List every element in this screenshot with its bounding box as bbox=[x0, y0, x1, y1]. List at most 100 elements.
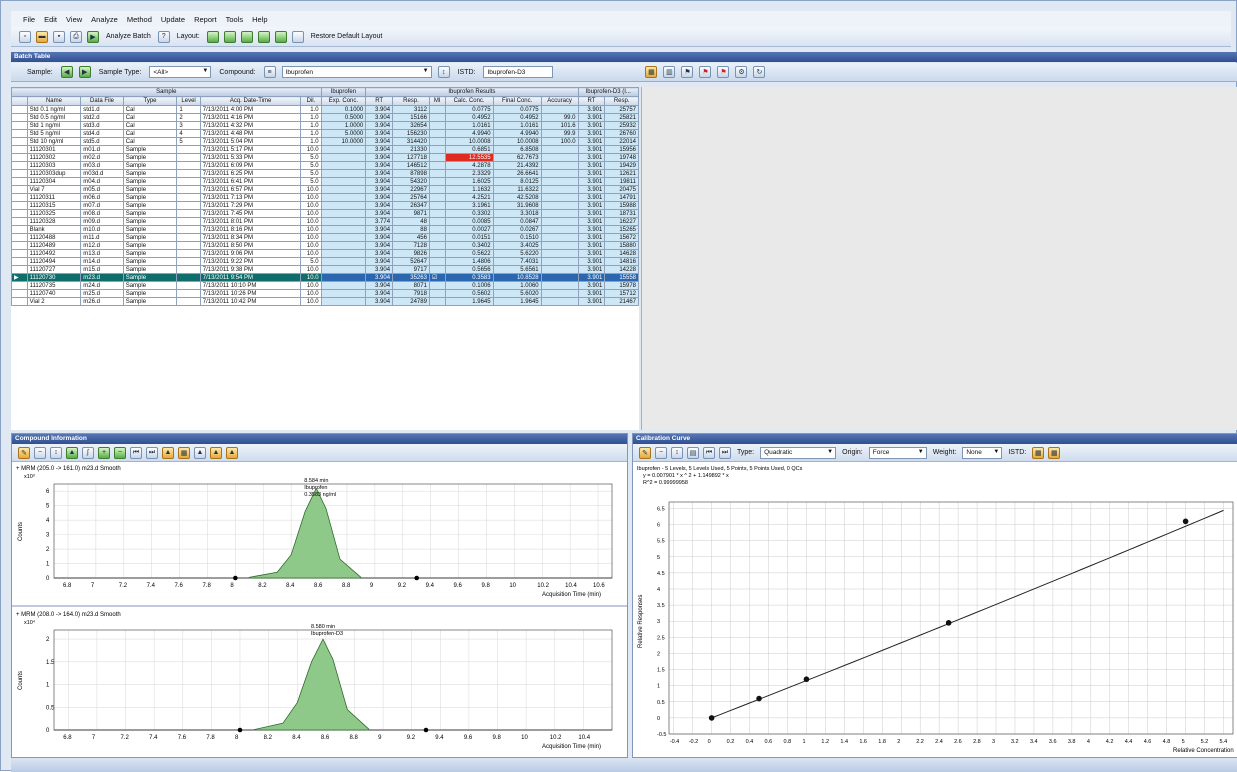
table-cell[interactable] bbox=[540, 169, 579, 178]
zoom-in-icon[interactable]: + bbox=[98, 446, 110, 459]
table-cell[interactable]: 7/13/2011 6:09 PM bbox=[199, 161, 302, 170]
table-cell[interactable]: 11120304 bbox=[26, 177, 82, 186]
table-row[interactable]: ▶ 11120730 m23.d Sample 7/13/2011 9:54 PM 10.… bbox=[11, 273, 639, 282]
table-cell[interactable] bbox=[176, 185, 201, 194]
table-cell[interactable] bbox=[11, 145, 28, 154]
table-cell[interactable]: 156230 bbox=[392, 129, 430, 138]
table-cell[interactable] bbox=[428, 137, 446, 146]
menu-item-update[interactable]: Update bbox=[161, 15, 185, 24]
table-cell[interactable] bbox=[540, 185, 579, 194]
column-header[interactable]: Data File bbox=[80, 96, 124, 106]
table-cell[interactable] bbox=[176, 233, 201, 242]
table-cell[interactable]: 3.904 bbox=[365, 233, 394, 242]
table-cell[interactable]: 3.901 bbox=[577, 273, 606, 282]
table-cell[interactable]: m09.d bbox=[80, 217, 124, 226]
table-cell[interactable]: m25.d bbox=[80, 289, 124, 298]
updown-icon[interactable]: ↕ bbox=[50, 446, 62, 459]
table-cell[interactable] bbox=[428, 281, 446, 290]
table-cell[interactable]: 11120328 bbox=[26, 217, 82, 226]
table-cell[interactable] bbox=[540, 233, 579, 242]
first-icon[interactable]: ⏮ bbox=[130, 446, 142, 459]
table-cell[interactable] bbox=[320, 169, 367, 178]
table-cell[interactable]: 7/13/2011 4:32 PM bbox=[199, 121, 302, 130]
table-cell[interactable] bbox=[320, 161, 367, 170]
table-cell[interactable]: 5 bbox=[176, 137, 201, 146]
table-cell[interactable]: 7918 bbox=[392, 289, 430, 298]
table-cell[interactable]: 127718 bbox=[392, 153, 430, 162]
table-cell[interactable] bbox=[176, 257, 201, 266]
table-row[interactable]: 11120740 m25.d Sample 7/13/2011 10:26 PM 10.… bbox=[11, 289, 639, 298]
table-cell[interactable]: 20475 bbox=[604, 185, 639, 194]
layout-6-icon[interactable] bbox=[291, 30, 304, 43]
table-cell[interactable]: 1.9645 bbox=[492, 297, 542, 306]
table-cell[interactable] bbox=[320, 177, 367, 186]
pin-icon[interactable]: ✎ bbox=[18, 446, 30, 459]
table-cell[interactable]: 99.9 bbox=[540, 129, 579, 138]
table-cell[interactable]: 11120311 bbox=[26, 193, 82, 202]
table-cell[interactable]: 5.0 bbox=[300, 153, 322, 162]
table-cell[interactable]: 11120730 bbox=[26, 273, 82, 282]
table-cell[interactable]: 5.0 bbox=[300, 161, 322, 170]
table-cell[interactable] bbox=[428, 185, 446, 194]
table-row[interactable]: 11120302 m02.d Sample 7/13/2011 5:33 PM 5.0 3… bbox=[11, 153, 639, 162]
column-header[interactable]: Exp. Conc. bbox=[320, 96, 367, 106]
column-header[interactable]: Dil. bbox=[300, 96, 322, 106]
table-cell[interactable]: 11120492 bbox=[26, 249, 82, 258]
table-cell[interactable]: 26347 bbox=[392, 201, 430, 210]
table-cell[interactable]: 3.904 bbox=[365, 265, 394, 274]
table-cell[interactable]: 1.0 bbox=[300, 105, 322, 114]
table-cell[interactable]: 11120301 bbox=[26, 145, 82, 154]
table-cell[interactable] bbox=[540, 217, 579, 226]
table-cell[interactable]: 3.901 bbox=[577, 185, 606, 194]
table-cell[interactable]: 100.0 bbox=[540, 137, 579, 146]
table-cell[interactable]: 0.4952 bbox=[492, 113, 542, 122]
table-cell[interactable]: 7/13/2011 5:17 PM bbox=[199, 145, 302, 154]
table-cell[interactable]: 3.901 bbox=[577, 201, 606, 210]
table-row[interactable]: Std 1 ng/ml std3.d Cal 3 7/13/2011 4:32 PM 1.… bbox=[11, 121, 639, 130]
table-row[interactable]: 11120303 m03.d Sample 7/13/2011 6:09 PM 5.0 3… bbox=[11, 161, 639, 170]
table-cell[interactable]: 14228 bbox=[604, 265, 639, 274]
table-cell[interactable]: 52647 bbox=[392, 257, 430, 266]
table-cell[interactable]: Sample bbox=[122, 209, 178, 218]
table-row[interactable]: 11120325 m08.d Sample 7/13/2011 7:45 PM 10.0… bbox=[11, 209, 639, 218]
minus-icon[interactable]: − bbox=[34, 446, 46, 459]
table-cell[interactable]: 314420 bbox=[392, 137, 430, 146]
table-cell[interactable] bbox=[11, 129, 28, 138]
table-cell[interactable] bbox=[540, 201, 579, 210]
table-cell[interactable] bbox=[320, 289, 367, 298]
table-cell[interactable]: std3.d bbox=[80, 121, 124, 130]
table-cell[interactable]: 11120494 bbox=[26, 257, 82, 266]
table-cell[interactable] bbox=[428, 177, 446, 186]
help-icon[interactable]: ? bbox=[157, 30, 170, 43]
table-cell[interactable] bbox=[176, 225, 201, 234]
first-icon[interactable]: ⏮ bbox=[703, 446, 715, 459]
table-cell[interactable]: 3.904 bbox=[365, 145, 394, 154]
table-cell[interactable]: 0.5602 bbox=[444, 289, 494, 298]
table-cell[interactable]: 3.3018 bbox=[492, 209, 542, 218]
table-cell[interactable]: Sample bbox=[122, 257, 178, 266]
table-cell[interactable] bbox=[320, 209, 367, 218]
table-cell[interactable]: 15978 bbox=[604, 281, 639, 290]
table-cell[interactable] bbox=[11, 217, 28, 226]
overlay-icon[interactable]: ▲ bbox=[162, 446, 174, 459]
table-icon[interactable]: ▦ bbox=[178, 446, 190, 459]
menu-item-view[interactable]: View bbox=[66, 15, 82, 24]
table-cell[interactable]: std5.d bbox=[80, 137, 124, 146]
table-cell[interactable]: 19429 bbox=[604, 161, 639, 170]
table-cell[interactable]: 10.0 bbox=[300, 297, 322, 306]
table-cell[interactable]: 0.0775 bbox=[492, 105, 542, 114]
table-cell[interactable]: 3.901 bbox=[577, 145, 606, 154]
table-cell[interactable]: m15.d bbox=[80, 265, 124, 274]
menu-item-tools[interactable]: Tools bbox=[226, 15, 244, 24]
table-cell[interactable]: 1.0161 bbox=[444, 121, 494, 130]
table-cell[interactable]: m08.d bbox=[80, 209, 124, 218]
table-cell[interactable]: 10.0 bbox=[300, 145, 322, 154]
table-cell[interactable]: Cal bbox=[122, 129, 178, 138]
table-cell[interactable]: 0.0151 bbox=[444, 233, 494, 242]
table-cell[interactable]: 7.4031 bbox=[492, 257, 542, 266]
table-cell[interactable]: 3.904 bbox=[365, 225, 394, 234]
table-cell[interactable]: m10.d bbox=[80, 225, 124, 234]
table-cell[interactable]: 10.0 bbox=[300, 265, 322, 274]
table-row[interactable]: 11120301 m01.d Sample 7/13/2011 5:17 PM 10.0… bbox=[11, 145, 639, 154]
layout-1-icon[interactable] bbox=[206, 30, 219, 43]
